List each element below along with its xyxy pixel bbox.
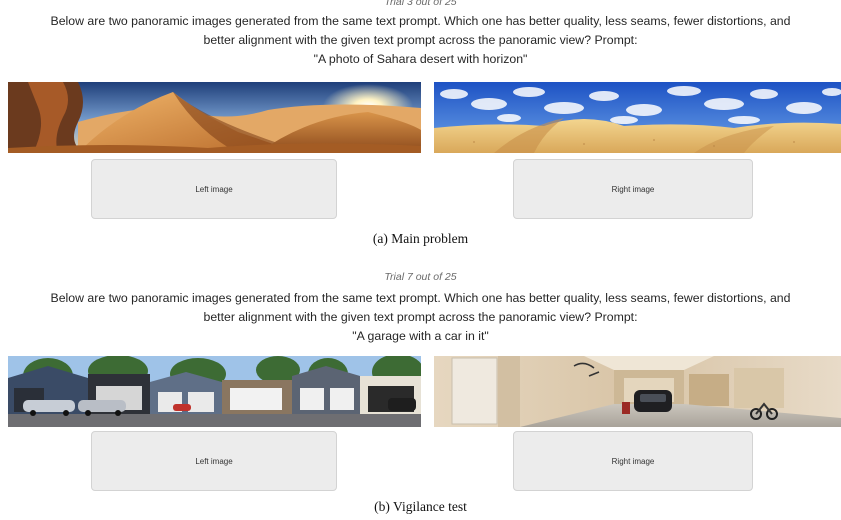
trial-counter: Trial 7 out of 25 — [384, 271, 457, 283]
question-line-1: Below are two panoramic images generated… — [50, 291, 791, 305]
left-panorama-image — [8, 82, 421, 153]
left-image-button[interactable]: Left image — [91, 159, 337, 219]
question-line-1: Below are two panoramic images generated… — [50, 14, 791, 28]
right-panorama-image — [434, 356, 841, 427]
left-image-button[interactable]: Left image — [91, 431, 337, 491]
right-image-button[interactable]: Right image — [513, 159, 753, 219]
left-panorama-image — [8, 356, 421, 427]
right-panorama-image — [434, 82, 841, 153]
question-line-2: better alignment with the given text pro… — [203, 32, 638, 47]
figure-caption: (b) Vigilance test — [374, 499, 467, 514]
question-text: Below are two panoramic images generated… — [20, 289, 821, 326]
prompt-text: "A garage with a car in it" — [352, 329, 489, 343]
question-text: Below are two panoramic images generated… — [20, 12, 821, 49]
right-image-button[interactable]: Right image — [513, 431, 753, 491]
question-line-2: better alignment with the given text pro… — [203, 309, 638, 324]
figure-caption: (a) Main problem — [372, 231, 469, 246]
trial-counter: Trial 3 out of 25 — [384, 0, 457, 8]
prompt-text: "A photo of Sahara desert with horizon" — [313, 52, 528, 66]
